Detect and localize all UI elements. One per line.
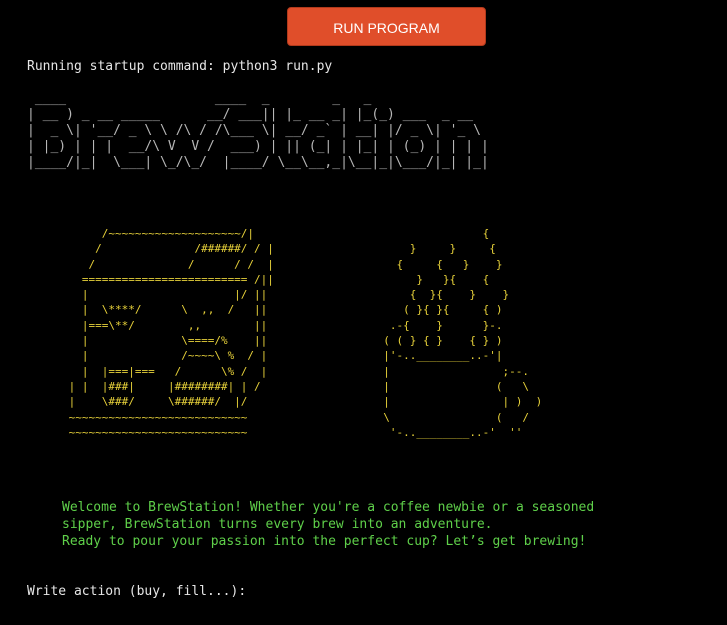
welcome-line-2: sipper, BrewStation turns every brew int…	[62, 517, 493, 532]
action-prompt-label: Write action (buy, fill...):	[27, 584, 254, 599]
action-prompt[interactable]: Write action (buy, fill...):	[27, 583, 262, 600]
brewstation-ascii-banner: ____ ____ _ _ _ | __ ) _ __ _____ __/ __…	[27, 91, 489, 170]
run-program-button[interactable]: RUN PROGRAM	[287, 7, 486, 46]
terminal-input-cursor[interactable]	[254, 584, 262, 599]
welcome-line-1: Welcome to BrewStation! Whether you're a…	[62, 500, 595, 515]
startup-command-line: Running startup command: python3 run.py	[27, 59, 333, 74]
welcome-message: Welcome to BrewStation! Whether you're a…	[62, 499, 594, 550]
coffee-machine-ascii-art: /~~~~~~~~~~~~~~~~~~~~/| / /######/ / | /…	[68, 227, 274, 439]
coffee-cup-ascii-art: { } } { { { } } } }{ { { }{ } } ( }{ }{ …	[383, 227, 543, 439]
welcome-line-3: Ready to pour your passion into the perf…	[62, 534, 587, 549]
